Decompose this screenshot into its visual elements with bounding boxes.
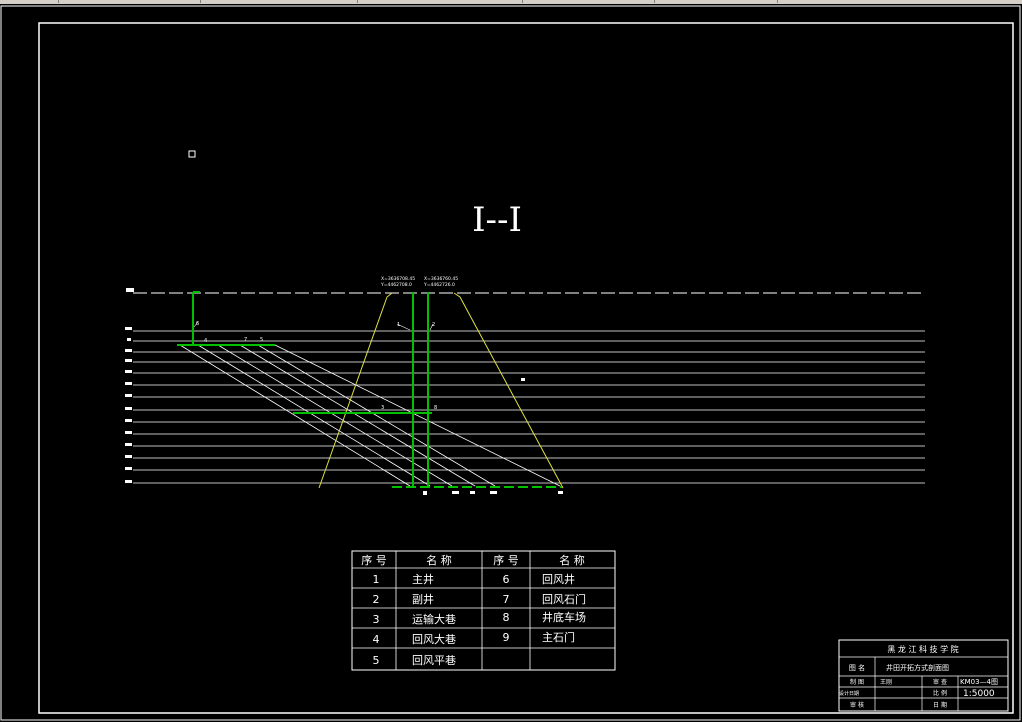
tag-5: 5 — [260, 337, 263, 343]
elevation-markers — [125, 288, 134, 483]
date-label: 日 期 — [933, 701, 947, 709]
drawn-by: 王刚 — [880, 678, 892, 686]
legend-rows: 1 主井 6 回风井 2 副井 7 回风石门 3 运输大巷 8 井底车场 4 回… — [373, 572, 587, 667]
legend-no: 4 — [373, 633, 380, 646]
tag-8: 8 — [434, 405, 437, 411]
elevation-marker — [125, 480, 132, 483]
elevation-marker — [125, 349, 132, 352]
approve-label: 审 核 — [850, 701, 864, 709]
legend-name: 回风平巷 — [412, 654, 456, 667]
elevation-marker — [125, 419, 132, 422]
elevation-marker — [127, 338, 131, 341]
cursor-pickbox — [188, 150, 196, 158]
elevation-marker — [125, 431, 132, 434]
legend-table: 序 号 名 称 序 号 名 称 1 主井 6 回风井 2 副井 7 回风石门 3… — [351, 550, 616, 671]
right-shaft-x: X=3636760.45 — [424, 276, 458, 282]
cad-drawing-canvas[interactable]: I--I 1 2 6 4 7 5 3 8 X=3636708.45 Y=4462… — [0, 4, 1022, 722]
title-block: 黑 龙 江 科 技 学 院 图 名 井田开拓方式剖面图 制 图 王刚 审 查 K… — [838, 639, 1009, 712]
tag-2: 2 — [432, 322, 435, 328]
school-name: 黑 龙 江 科 技 学 院 — [887, 644, 958, 654]
toolbar-segment — [657, 0, 778, 3]
inclined-line — [179, 344, 411, 487]
legend-no: 5 — [373, 654, 380, 667]
marker — [452, 491, 459, 494]
legend-header: 序 号 名 称 序 号 名 称 — [361, 553, 585, 567]
elevation-marker — [126, 288, 134, 292]
legend-no: 7 — [503, 593, 510, 606]
protective-pillar-boundary — [318, 292, 564, 489]
legend-no: 6 — [503, 573, 510, 586]
legend-name: 回风石门 — [542, 592, 586, 606]
design-date-label: 设计日期 — [839, 690, 859, 697]
legend-no: 1 — [373, 573, 380, 586]
elevation-marker — [125, 327, 132, 330]
boundary-left — [318, 292, 393, 489]
elevation-marker — [125, 407, 132, 410]
outer-frame — [0, 5, 1021, 721]
marker — [470, 491, 475, 494]
toolbar-segment — [0, 0, 59, 3]
section-title: I--I — [472, 200, 522, 240]
boundary-right — [453, 292, 564, 489]
tag-7: 7 — [244, 337, 247, 343]
right-shaft-y: Y=4462726.0 — [423, 282, 455, 288]
drawn-by-label: 制 图 — [850, 678, 864, 686]
marker — [490, 491, 497, 494]
legend-no: 8 — [503, 611, 510, 624]
drawing-number: KM03—4图 — [960, 678, 998, 686]
elevation-marker — [125, 382, 132, 385]
left-shaft-x: X=3636708.45 — [381, 276, 415, 282]
shaft-coordinates: X=3636708.45 Y=4462708.0 X=3636760.45 Y=… — [380, 276, 458, 288]
elevation-marker — [125, 455, 132, 458]
tag-3: 3 — [381, 405, 384, 411]
legend-name: 主石门 — [542, 630, 575, 644]
left-shaft-y: Y=4462708.0 — [380, 282, 412, 288]
legend-no: 9 — [503, 631, 510, 644]
inclined-line — [239, 344, 476, 487]
legend-header-no: 序 号 — [361, 553, 387, 567]
legend-no: 3 — [373, 613, 380, 626]
legend-name: 主井 — [412, 572, 434, 586]
legend-name: 回风井 — [542, 572, 575, 586]
inner-frame — [38, 22, 1014, 714]
marker — [558, 491, 563, 494]
inclined-line — [197, 344, 431, 487]
scale-value: 1:5000 — [963, 689, 995, 699]
elevation-marker — [125, 443, 132, 446]
legend-name: 回风大巷 — [412, 632, 456, 646]
legend-header-name: 名 称 — [426, 553, 452, 567]
drawing-name: 井田开拓方式剖面图 — [886, 663, 949, 672]
scale-label: 比 例 — [933, 689, 947, 697]
toolbar-segment — [203, 0, 358, 3]
elevation-marker — [125, 370, 132, 373]
toolbar-segment — [60, 0, 201, 3]
toolbar-segment — [360, 0, 523, 3]
marker — [521, 378, 525, 381]
title-block-text: 黑 龙 江 科 技 学 院 图 名 井田开拓方式剖面图 制 图 王刚 审 查 K… — [839, 644, 998, 709]
legend-name: 运输大巷 — [412, 612, 456, 626]
marker — [423, 491, 427, 495]
inclined-lines — [179, 344, 561, 487]
elevation-marker — [125, 467, 132, 470]
tag-4: 4 — [204, 338, 207, 344]
toolbar-segment — [526, 0, 655, 3]
legend-no: 2 — [373, 593, 380, 606]
tag-1: 1 — [397, 322, 400, 328]
elevation-marker — [125, 394, 132, 397]
legend-name: 井底车场 — [542, 610, 586, 624]
level-lines — [133, 330, 925, 484]
elevation-marker — [125, 359, 132, 362]
tag-6: 6 — [196, 321, 199, 327]
legend-name: 副井 — [412, 592, 434, 606]
drawing-name-label: 图 名 — [849, 663, 865, 672]
legend-header-name: 名 称 — [559, 553, 585, 567]
inclined-line — [257, 344, 496, 487]
review-label: 审 查 — [933, 678, 947, 686]
legend-header-no: 序 号 — [493, 553, 519, 567]
